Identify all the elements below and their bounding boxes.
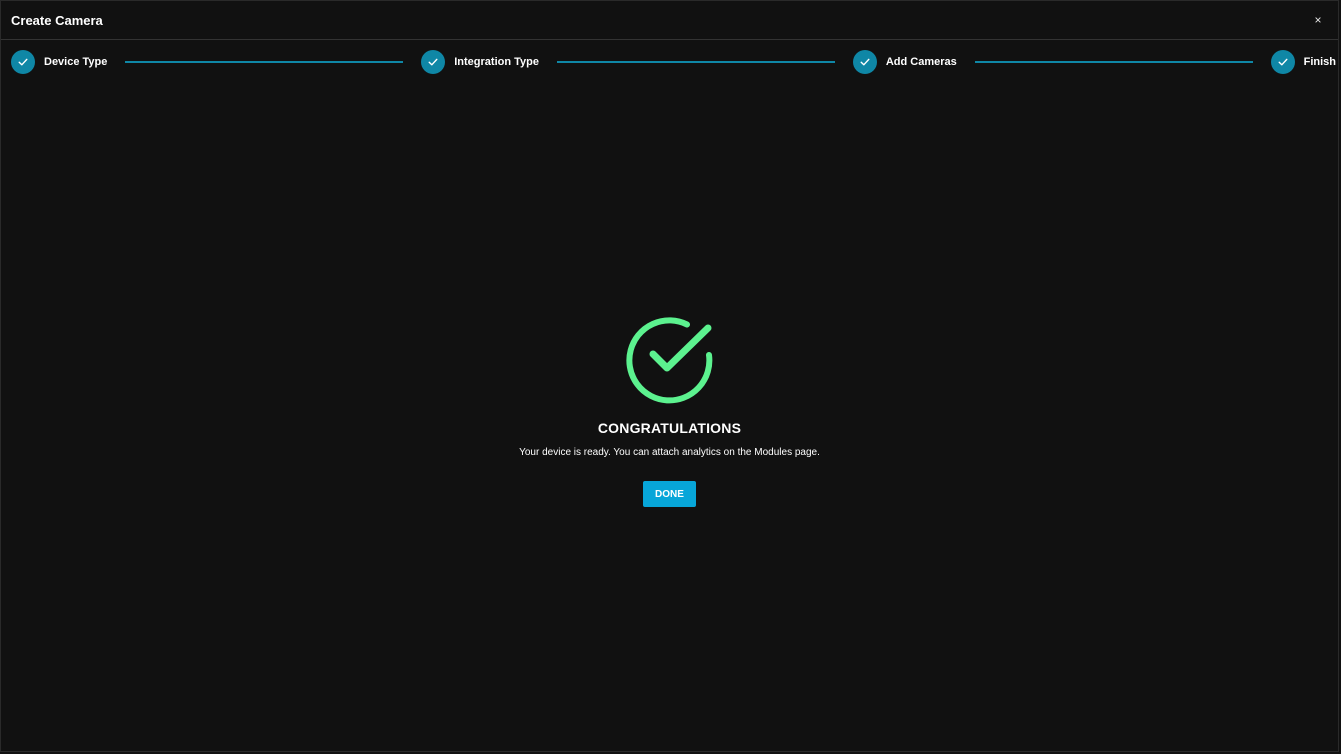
step-label: Integration Type: [454, 56, 539, 68]
check-icon: [1270, 50, 1295, 74]
done-button[interactable]: DONE: [643, 481, 696, 507]
step-connector: [556, 61, 835, 63]
step-add-cameras[interactable]: Add Cameras: [852, 50, 957, 74]
create-camera-dialog: Create Camera × Device Type Integration …: [0, 0, 1339, 752]
close-button[interactable]: ×: [1310, 12, 1326, 28]
check-icon: [11, 50, 35, 74]
step-label: Finish: [1303, 56, 1336, 68]
step-connector: [974, 61, 1253, 63]
step-label: Device Type: [44, 56, 108, 68]
wizard-stepper: Device Type Integration Type Add Cameras…: [11, 50, 1336, 74]
step-connector: [125, 61, 404, 63]
success-headline: CONGRATULATIONS: [597, 420, 742, 436]
check-icon: [421, 50, 446, 74]
dialog-title: Create Camera: [11, 12, 103, 28]
close-icon: ×: [1314, 13, 1322, 27]
step-device-type[interactable]: Device Type: [11, 50, 107, 74]
check-icon: [852, 50, 877, 74]
step-integration-type[interactable]: Integration Type: [421, 50, 539, 74]
success-panel: CONGRATULATIONS Your device is ready. Yo…: [1, 317, 1338, 507]
success-message: Your device is ready. You can attach ana…: [519, 447, 820, 458]
success-check-icon: [625, 317, 712, 404]
step-label: Add Cameras: [885, 56, 957, 68]
dialog-header: Create Camera ×: [1, 1, 1338, 40]
step-finish[interactable]: Finish: [1270, 50, 1336, 74]
